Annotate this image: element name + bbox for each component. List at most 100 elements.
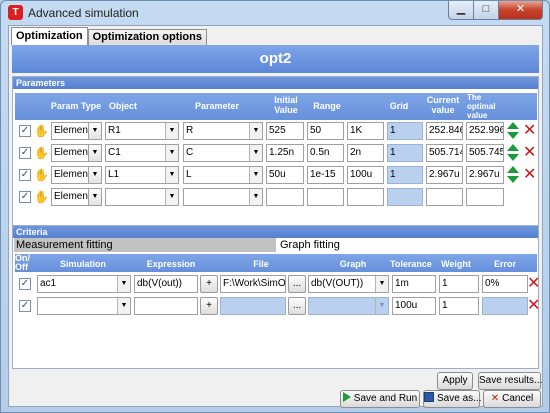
weight-input[interactable]: 1 — [439, 297, 479, 315]
chevron-down-icon[interactable]: ▼ — [88, 166, 102, 184]
simulation-select[interactable]: ac1 ▼ — [37, 275, 131, 293]
cancel-button[interactable]: ✕ Cancel — [483, 390, 541, 408]
parameter-select[interactable]: C ▼ — [183, 144, 263, 162]
delete-row-icon[interactable]: ✕ — [523, 145, 536, 161]
expression-input[interactable] — [134, 297, 198, 315]
object-select[interactable]: L1 ▼ — [105, 166, 179, 184]
chevron-down-icon[interactable]: ▼ — [249, 167, 262, 183]
tab-optimization-options[interactable]: Optimization options — [87, 29, 207, 45]
parameter-select[interactable]: L ▼ — [183, 166, 263, 184]
drag-hand-icon[interactable]: ✋ — [34, 168, 49, 182]
param-enabled-checkbox[interactable]: ✓ — [19, 125, 31, 137]
initial-value-input[interactable]: 1.25n — [266, 144, 304, 162]
file-input[interactable]: F:\Work\SimOu — [220, 275, 286, 293]
grid-input[interactable]: 1 — [387, 122, 423, 140]
object-select[interactable]: R1 ▼ — [105, 122, 179, 140]
tolerance-input[interactable]: 100u — [392, 297, 436, 315]
col-weight: Weight — [441, 259, 471, 269]
measurement-fitting-tab[interactable]: Measurement fitting — [14, 238, 276, 252]
grid-input[interactable]: 1 — [387, 166, 423, 184]
grid-input[interactable] — [387, 188, 423, 206]
range-low-input[interactable] — [307, 188, 344, 206]
chevron-down-icon[interactable]: ▼ — [375, 298, 388, 314]
move-up-icon[interactable] — [507, 144, 519, 151]
move-up-icon[interactable] — [507, 166, 519, 173]
range-low-input[interactable]: 0.5n — [307, 144, 344, 162]
grid-input[interactable]: 1 — [387, 144, 423, 162]
browse-file-button[interactable]: ... — [288, 275, 306, 293]
object-select[interactable]: ▼ — [105, 188, 179, 206]
param-enabled-checkbox[interactable]: ✓ — [19, 191, 31, 203]
parameters-panel: Parameters Param Type Object Parameter I… — [12, 76, 539, 242]
advanced-simulation-window: T Advanced simulation ▁ □ ✕ Optimization… — [0, 0, 550, 413]
chevron-down-icon[interactable]: ▼ — [249, 189, 262, 205]
param-enabled-checkbox[interactable]: ✓ — [19, 169, 31, 181]
delete-criteria-icon[interactable]: ✕ — [527, 298, 540, 314]
range-low-input[interactable]: 50 — [307, 122, 344, 140]
maximize-button[interactable]: □ — [474, 1, 499, 20]
graph-fitting-tab[interactable]: Graph fitting — [278, 238, 536, 252]
move-down-icon[interactable] — [507, 176, 519, 183]
param-enabled-checkbox[interactable]: ✓ — [19, 147, 31, 159]
tab-optimization[interactable]: Optimization — [11, 27, 88, 45]
simulation-select[interactable]: ▼ — [37, 297, 131, 315]
col-range: Range — [313, 101, 341, 111]
weight-input[interactable]: 1 — [439, 275, 479, 293]
initial-value-input[interactable]: 525 — [266, 122, 304, 140]
range-high-input[interactable]: 1K — [347, 122, 384, 140]
initial-value-input[interactable] — [266, 188, 304, 206]
delete-criteria-icon[interactable]: ✕ — [527, 276, 540, 292]
chevron-down-icon[interactable]: ▼ — [88, 122, 102, 140]
drag-hand-icon[interactable]: ✋ — [34, 190, 49, 204]
parameter-select[interactable]: R ▼ — [183, 122, 263, 140]
chevron-down-icon[interactable]: ▼ — [249, 123, 262, 139]
play-icon — [342, 392, 351, 402]
initial-value-input[interactable]: 50u — [266, 166, 304, 184]
chevron-down-icon[interactable]: ▼ — [165, 189, 178, 205]
floppy-disk-icon — [424, 392, 434, 402]
add-expression-button[interactable]: + — [200, 297, 218, 315]
chevron-down-icon[interactable]: ▼ — [165, 123, 178, 139]
drag-hand-icon[interactable]: ✋ — [34, 146, 49, 160]
minimize-button[interactable]: ▁ — [448, 1, 474, 20]
parameter-select[interactable]: ▼ — [183, 188, 263, 206]
chevron-down-icon[interactable]: ▼ — [375, 276, 388, 292]
move-down-icon[interactable] — [507, 154, 519, 161]
param-row: ✓ ✋ Element ▼ R1 ▼ R ▼ 525 50 1K 1 252.846… — [13, 122, 538, 142]
drag-hand-icon[interactable]: ✋ — [34, 124, 49, 138]
graph-select[interactable]: ▼ — [308, 297, 389, 315]
range-high-input[interactable]: 2n — [347, 144, 384, 162]
chevron-down-icon[interactable]: ▼ — [117, 298, 130, 314]
move-up-icon[interactable] — [507, 122, 519, 129]
criteria-enabled-checkbox[interactable]: ✓ — [19, 278, 31, 290]
col-expression: Expression — [146, 259, 196, 269]
chevron-down-icon[interactable]: ▼ — [165, 145, 178, 161]
file-input[interactable] — [220, 297, 286, 315]
save-results-button[interactable]: Save results... — [478, 372, 542, 390]
object-select[interactable]: C1 ▼ — [105, 144, 179, 162]
browse-file-button[interactable]: ... — [288, 297, 306, 315]
range-high-input[interactable] — [347, 188, 384, 206]
graph-select[interactable]: db(V(OUT)) ▼ — [308, 275, 389, 293]
range-low-input[interactable]: 1e-15 — [307, 166, 344, 184]
save-as-button[interactable]: Save as... — [423, 390, 481, 408]
range-high-input[interactable]: 100u — [347, 166, 384, 184]
col-graph: Graph — [339, 259, 367, 269]
chevron-down-icon[interactable]: ▼ — [117, 276, 130, 292]
chevron-down-icon[interactable]: ▼ — [88, 144, 102, 162]
delete-row-icon[interactable]: ✕ — [523, 167, 536, 183]
tolerance-input[interactable]: 1m — [392, 275, 436, 293]
move-down-icon[interactable] — [507, 132, 519, 139]
criteria-panel: Criteria Measurement fitting Graph fitti… — [12, 225, 540, 369]
criteria-enabled-checkbox[interactable]: ✓ — [19, 300, 31, 312]
expression-input[interactable]: db(V(out)) — [134, 275, 198, 293]
chevron-down-icon[interactable]: ▼ — [165, 167, 178, 183]
apply-button[interactable]: Apply — [437, 372, 473, 390]
delete-row-icon[interactable]: ✕ — [523, 123, 536, 139]
title-bar[interactable]: T Advanced simulation ▁ □ ✕ — [1, 1, 549, 25]
chevron-down-icon[interactable]: ▼ — [249, 145, 262, 161]
chevron-down-icon[interactable]: ▼ — [88, 188, 102, 206]
save-and-run-button[interactable]: Save and Run — [340, 390, 420, 408]
close-button[interactable]: ✕ — [499, 1, 543, 20]
add-expression-button[interactable]: + — [200, 275, 218, 293]
